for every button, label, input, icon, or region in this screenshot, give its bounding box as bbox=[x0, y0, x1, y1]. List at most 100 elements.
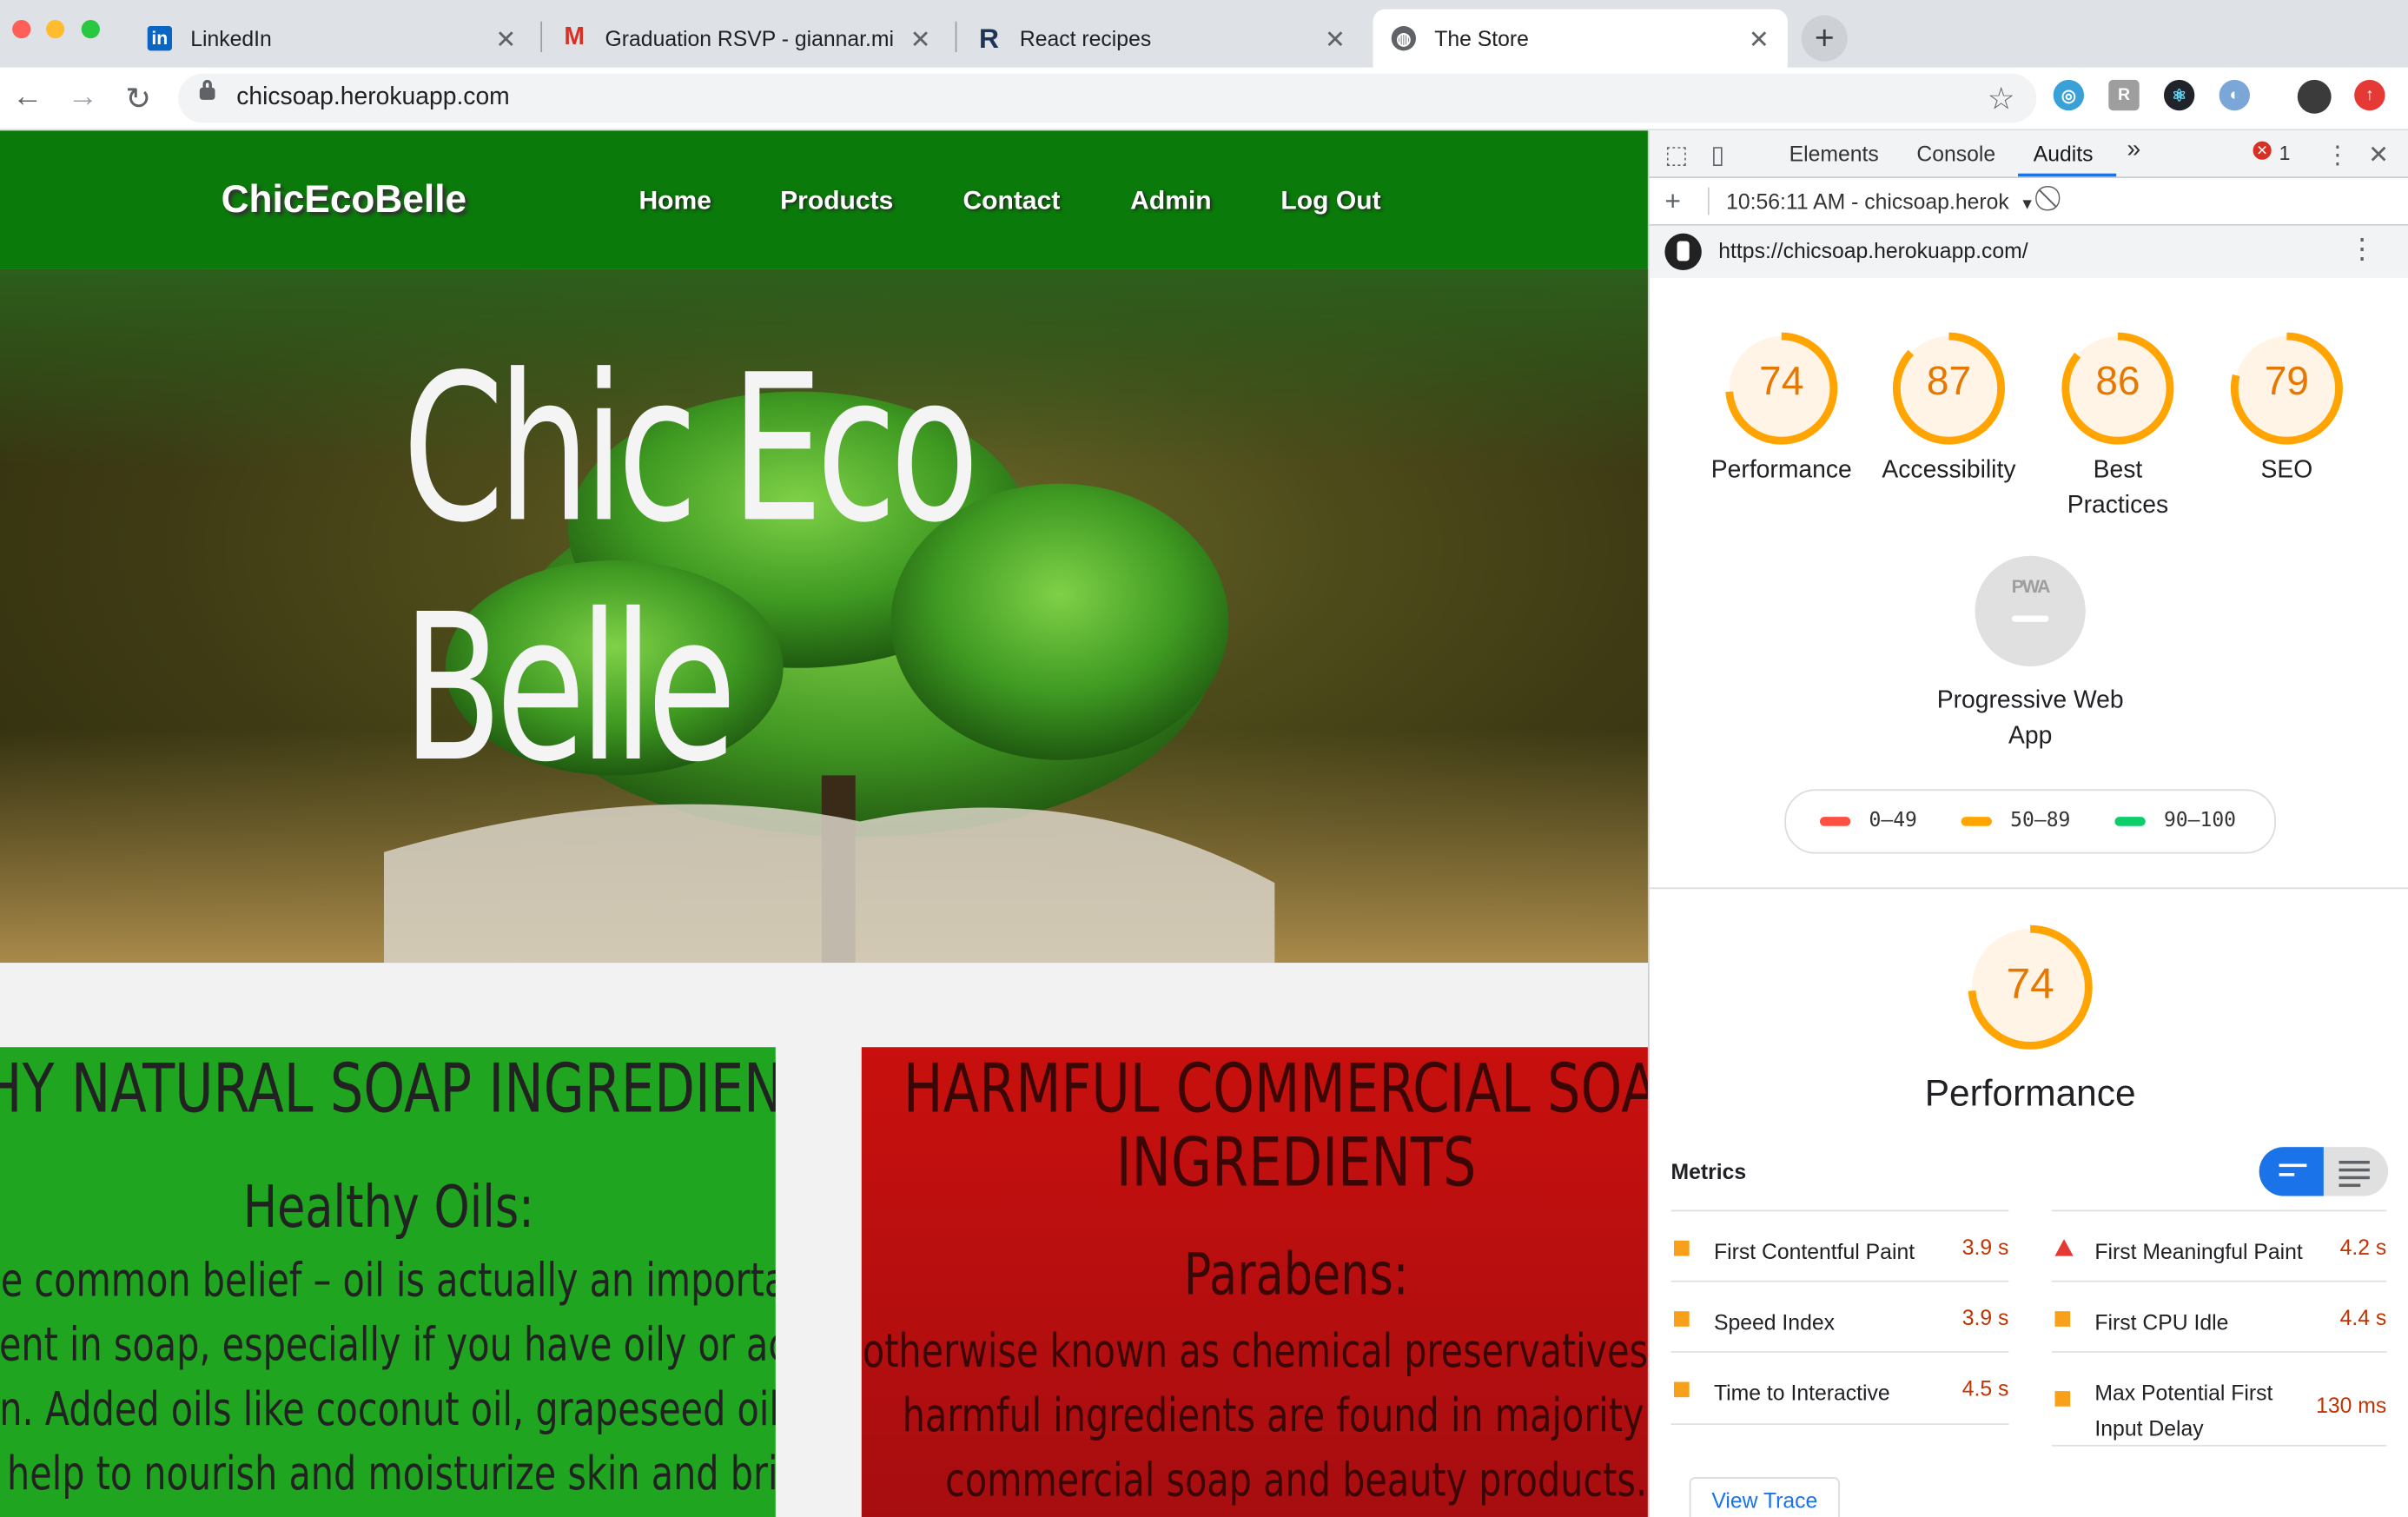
more-tabs-button[interactable]: » bbox=[2127, 136, 2141, 164]
score-value: 86 bbox=[2095, 357, 2140, 404]
tab-console[interactable]: Console bbox=[1916, 142, 1995, 166]
metric-row: First Contentful Paint 3.9 s bbox=[1670, 1209, 2009, 1282]
score-gauge[interactable]: 87 Accessibility bbox=[1882, 327, 2015, 484]
metric-row: First Meaningful Paint 4.2 s bbox=[2051, 1209, 2387, 1282]
lock-icon bbox=[199, 79, 215, 100]
nav-admin[interactable]: Admin bbox=[1130, 186, 1212, 216]
error-icon[interactable]: ✕ bbox=[2253, 141, 2272, 160]
tab-the-store[interactable]: ◍ The Store ✕ bbox=[1373, 9, 1788, 68]
error-count[interactable]: 1 bbox=[2279, 142, 2291, 165]
score-label: Accessibility bbox=[1882, 457, 2016, 484]
close-icon[interactable]: ✕ bbox=[2368, 140, 2389, 170]
card-line: skin. Added oils like coconut oil, grape… bbox=[0, 1383, 776, 1438]
react-devtools-icon[interactable]: ⚛ bbox=[2163, 79, 2195, 111]
reload-button[interactable]: ↻ bbox=[120, 80, 156, 118]
card-line: oil help to nourish and moisturize skin … bbox=[0, 1447, 776, 1502]
legend-swatch bbox=[1819, 816, 1851, 825]
score-value: 79 bbox=[2264, 357, 2309, 404]
inspect-element-icon[interactable]: ⬚ bbox=[1664, 140, 1688, 170]
nav-log-out[interactable]: Log Out bbox=[1280, 186, 1380, 216]
extension-icon[interactable]: ◎ bbox=[2053, 79, 2085, 111]
average-marker-icon bbox=[1674, 1240, 1690, 1256]
legend-swatch bbox=[2114, 816, 2146, 825]
metric-value: 3.9 s bbox=[1961, 1234, 2009, 1260]
close-tab-icon[interactable]: ✕ bbox=[910, 24, 931, 55]
close-tab-icon[interactable]: ✕ bbox=[1325, 24, 1346, 55]
metric-value: 3.9 s bbox=[1961, 1305, 2009, 1330]
site-brand[interactable]: ChicEcoBelle bbox=[222, 178, 466, 222]
card-line: commercial soap and beauty products. bbox=[945, 1454, 1648, 1508]
performance-gauge: 74 bbox=[1966, 923, 2095, 1051]
metric-name: First Meaningful Paint bbox=[2094, 1239, 2303, 1264]
maximize-window-button[interactable] bbox=[81, 19, 100, 39]
audit-url-bar: https://chicsoap.herokuapp.com/ ⋮ bbox=[1649, 225, 2408, 278]
pwa-badge[interactable]: PWA bbox=[1975, 555, 2086, 666]
average-marker-icon bbox=[1674, 1311, 1690, 1327]
tab-gmail[interactable]: M Graduation RSVP - giannar.mi ✕ bbox=[562, 10, 949, 68]
device-toolbar-icon[interactable]: ▯ bbox=[1710, 140, 1724, 170]
avatar[interactable] bbox=[2297, 79, 2332, 114]
metrics-heading: Metrics bbox=[1670, 1159, 1747, 1184]
metric-value: 130 ms bbox=[2316, 1392, 2387, 1418]
back-button[interactable]: ← bbox=[10, 80, 46, 116]
metric-name: Speed Index bbox=[1713, 1309, 1835, 1335]
score-label: Best Practices bbox=[2067, 457, 2169, 520]
address-bar[interactable]: chicsoap.herokuapp.com ☆ bbox=[178, 73, 2037, 123]
score-gauge[interactable]: 74 Performance bbox=[1711, 327, 1852, 484]
metric-row: Max Potential First Input Delay 130 ms bbox=[2051, 1351, 2387, 1447]
extension-icon[interactable]: R bbox=[2108, 79, 2140, 111]
section-divider bbox=[1649, 887, 2408, 890]
harmful-ingredients-card: HARMFUL COMMERCIAL SOAP INGREDIENTS Para… bbox=[861, 1047, 1648, 1517]
legend-pass: 90–100 bbox=[2114, 809, 2236, 832]
expanded-view-icon bbox=[2339, 1161, 2370, 1191]
fail-marker-icon bbox=[2054, 1239, 2074, 1256]
nav-home[interactable]: Home bbox=[638, 186, 711, 216]
tab-title: The Store bbox=[1434, 26, 1529, 51]
kebab-menu-icon[interactable]: ⋮ bbox=[2348, 234, 2376, 266]
update-icon[interactable]: ↑ bbox=[2354, 79, 2385, 111]
legend-swatch bbox=[1961, 816, 1992, 825]
tab-audits[interactable]: Audits bbox=[2034, 142, 2094, 166]
legend-average: 50–89 bbox=[1961, 809, 2070, 832]
linkedin-icon: in bbox=[147, 26, 173, 51]
metric-row: First CPU Idle 4.4 s bbox=[2051, 1280, 2387, 1353]
tab-strip: in LinkedIn ✕ M Graduation RSVP - gianna… bbox=[0, 0, 2408, 68]
metric-name: First CPU Idle bbox=[2094, 1309, 2229, 1335]
view-trace-button[interactable]: View Trace bbox=[1689, 1477, 1840, 1517]
nav-products[interactable]: Products bbox=[780, 186, 893, 216]
close-tab-icon[interactable]: ✕ bbox=[495, 24, 516, 55]
legend-label: 0–49 bbox=[1869, 809, 1917, 832]
kebab-menu-icon[interactable]: ⋮ bbox=[2325, 140, 2350, 170]
close-window-button[interactable] bbox=[12, 19, 31, 39]
score-gauge[interactable]: 79 SEO bbox=[2226, 327, 2348, 484]
react-recipes-icon: R bbox=[979, 22, 1000, 53]
devtools-panel: ⬚ ▯ Elements Console Audits » ✕ 1 ⋮ ✕ + … bbox=[1647, 130, 2408, 1517]
tab-title: React recipes bbox=[1019, 26, 1152, 51]
metric-value: 4.2 s bbox=[2339, 1234, 2387, 1260]
bookmark-star-icon[interactable]: ☆ bbox=[1988, 80, 2015, 118]
new-tab-button[interactable]: + bbox=[1801, 15, 1848, 62]
performance-score: 74 bbox=[2006, 959, 2054, 1008]
tab-linkedin[interactable]: in LinkedIn ✕ bbox=[147, 10, 535, 68]
metrics-view-toggle[interactable] bbox=[2259, 1147, 2389, 1196]
close-tab-icon[interactable]: ✕ bbox=[1749, 24, 1770, 55]
average-marker-icon bbox=[2054, 1391, 2071, 1407]
lighthouse-icon bbox=[1664, 233, 1702, 271]
nav-contact[interactable]: Contact bbox=[963, 186, 1060, 216]
metric-name: Max Potential First Input Delay bbox=[2094, 1380, 2273, 1441]
tab-title: Graduation RSVP - giannar.mi bbox=[605, 26, 895, 51]
extension-icon[interactable]: ◐ bbox=[2219, 79, 2250, 111]
score-gauge[interactable]: 86 Best Practices bbox=[2056, 327, 2179, 519]
minimize-window-button[interactable] bbox=[46, 19, 65, 39]
hero-line: Chic Eco bbox=[402, 331, 979, 568]
globe-icon: ◍ bbox=[1391, 26, 1417, 51]
tab-react-recipes[interactable]: R React recipes ✕ bbox=[976, 10, 1364, 68]
card-heading: LTHY NATURAL SOAP INGREDIENTS bbox=[0, 1050, 776, 1129]
tab-elements[interactable]: Elements bbox=[1789, 142, 1879, 166]
forward-button[interactable]: → bbox=[64, 80, 101, 116]
performance-title: Performance bbox=[1924, 1073, 2136, 1115]
url-text: chicsoap.herokuapp.com bbox=[236, 84, 510, 111]
pwa-dash bbox=[2011, 615, 2049, 622]
audit-run-select[interactable]: 10:56:11 AM - chicsoap.herok ▼ bbox=[1726, 189, 2034, 213]
new-audit-icon[interactable]: + bbox=[1664, 186, 1681, 218]
